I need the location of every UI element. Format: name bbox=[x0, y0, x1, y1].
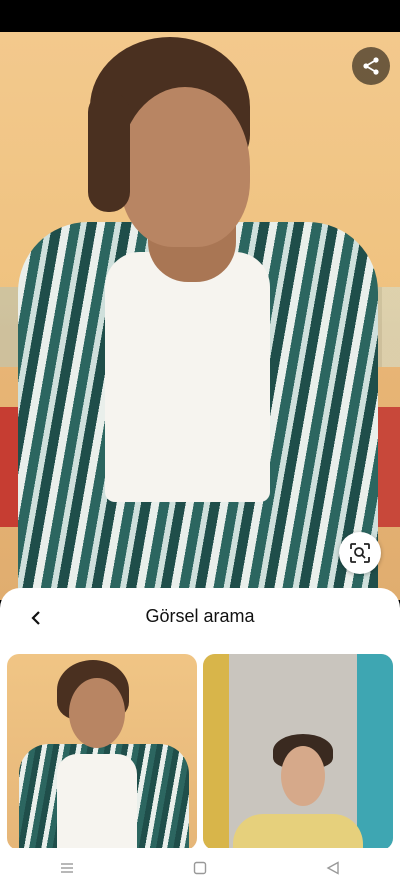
thumb-yellow-wall bbox=[203, 654, 229, 850]
menu-icon bbox=[60, 863, 73, 873]
thumb-yellow-jacket bbox=[233, 814, 363, 850]
visual-search-sheet: Görsel arama bbox=[0, 588, 400, 888]
nav-recents-button[interactable] bbox=[47, 848, 87, 888]
hair-side bbox=[88, 92, 130, 212]
sheet-header: Görsel arama bbox=[0, 588, 400, 648]
share-button[interactable] bbox=[352, 47, 390, 85]
status-bar bbox=[0, 0, 400, 32]
square-icon bbox=[193, 861, 207, 875]
thumb-undershirt bbox=[57, 754, 137, 850]
thumb-face-2 bbox=[281, 746, 325, 806]
result-thumbnail-2[interactable] bbox=[203, 654, 393, 850]
face bbox=[120, 87, 250, 247]
main-photo[interactable] bbox=[0, 32, 400, 600]
triangle-back-icon bbox=[326, 861, 340, 875]
white-undershirt bbox=[105, 252, 270, 502]
nav-home-button[interactable] bbox=[180, 848, 220, 888]
visual-search-button[interactable] bbox=[339, 532, 381, 574]
thumb-face bbox=[69, 678, 125, 748]
thumb-teal-wall bbox=[357, 654, 393, 850]
share-icon bbox=[363, 57, 379, 75]
nav-back-button[interactable] bbox=[313, 848, 353, 888]
visual-search-icon bbox=[350, 543, 370, 563]
sheet-title: Görsel arama bbox=[145, 606, 255, 626]
system-nav-bar bbox=[0, 848, 400, 888]
result-thumbnail-1[interactable] bbox=[7, 654, 197, 850]
